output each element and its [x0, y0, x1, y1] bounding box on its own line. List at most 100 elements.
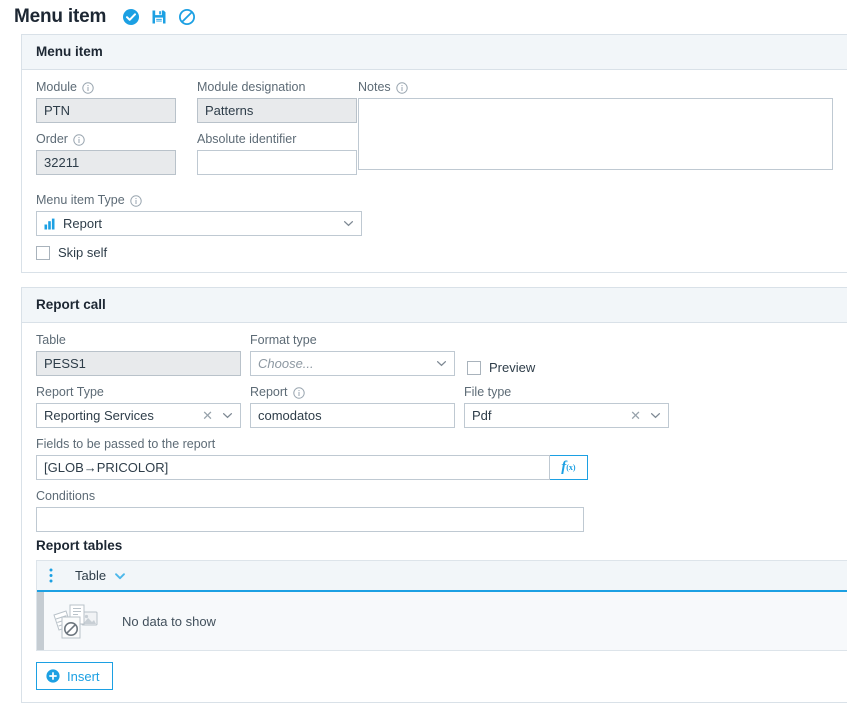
- menu-item-panel-body: Module PTN Order 32211 Module designatio…: [22, 70, 847, 272]
- notes-label: Notes: [358, 80, 391, 94]
- conditions-label: Conditions: [36, 489, 96, 503]
- report-call-panel: Report call Table PESS1 Format type Choo…: [21, 287, 847, 703]
- plus-circle-icon: [46, 669, 60, 683]
- column-header-table[interactable]: Table: [75, 568, 126, 583]
- file-type-label: File type: [464, 385, 512, 399]
- format-type-label: Format type: [250, 333, 317, 347]
- absolute-identifier-label: Absolute identifier: [197, 132, 297, 146]
- format-type-select[interactable]: Choose...: [250, 351, 455, 376]
- report-field: Report comodatos: [250, 385, 455, 428]
- report-label: Report: [250, 385, 288, 399]
- order-field: Order 32211: [36, 132, 176, 175]
- report-type-adornments: ✕: [196, 409, 233, 422]
- skip-self-label: Skip self: [58, 245, 108, 260]
- menu-item-panel: Menu item Module PTN Order 32211 Module …: [21, 34, 847, 273]
- formula-fx-button[interactable]: f (x): [549, 455, 588, 480]
- table-value: PESS1: [44, 356, 86, 371]
- confirm-icon[interactable]: [122, 8, 140, 26]
- fields-to-pass-label: Fields to be passed to the report: [36, 437, 216, 451]
- fields-to-pass-label-row: Fields to be passed to the report: [36, 437, 833, 452]
- module-field: Module PTN: [36, 80, 176, 123]
- notes-label-row: Notes: [358, 80, 833, 95]
- menu-item-type-label: Menu item Type: [36, 193, 125, 207]
- insert-button-label: Insert: [67, 668, 100, 684]
- menu-item-type-field: Menu item Type Report: [36, 193, 362, 236]
- table-label: Table: [36, 333, 66, 347]
- report-call-row-1: Table PESS1 Format type Choose... Previe…: [36, 333, 833, 376]
- table-field: Table PESS1: [36, 333, 241, 376]
- report-tables-title: Report tables: [36, 538, 123, 553]
- menu-item-type-select[interactable]: Report: [36, 211, 362, 236]
- report-type-label: Report Type: [36, 385, 104, 399]
- report-tables-header-row: Table: [37, 561, 847, 592]
- report-type-label-row: Report Type: [36, 385, 241, 400]
- notes-textarea[interactable]: [358, 98, 833, 170]
- report-call-panel-title: Report call: [22, 288, 847, 323]
- info-icon[interactable]: [130, 194, 142, 207]
- info-icon[interactable]: [82, 81, 94, 94]
- module-value: PTN: [44, 103, 70, 118]
- module-designation-field: Module designation Patterns: [197, 80, 357, 123]
- chevron-down-icon[interactable]: [114, 570, 126, 582]
- menu-item-type-adornments: [337, 218, 354, 229]
- absolute-identifier-label-row: Absolute identifier: [197, 132, 357, 147]
- chevron-down-icon[interactable]: [222, 410, 233, 421]
- fields-to-pass-input[interactable]: [GLOB→PRICOLOR]: [36, 455, 550, 480]
- order-value: 32211: [44, 155, 80, 170]
- page-title: Menu item: [14, 6, 107, 27]
- absolute-identifier-input[interactable]: [197, 150, 357, 175]
- file-type-value: Pdf: [472, 408, 492, 423]
- column-header-table-label: Table: [75, 568, 107, 583]
- format-type-label-row: Format type: [250, 333, 455, 348]
- format-type-adornments: [430, 358, 447, 369]
- chevron-down-icon[interactable]: [436, 358, 447, 369]
- file-type-label-row: File type: [464, 385, 669, 400]
- no-data-text: No data to show: [122, 613, 216, 629]
- report-input[interactable]: comodatos: [250, 403, 455, 428]
- more-options-icon[interactable]: [49, 568, 53, 583]
- file-type-adornments: ✕: [624, 409, 661, 422]
- file-type-select[interactable]: Pdf ✕: [464, 403, 669, 428]
- format-type-placeholder: Choose...: [258, 356, 314, 371]
- chevron-down-icon[interactable]: [650, 410, 661, 421]
- preview-label: Preview: [489, 360, 536, 375]
- report-type-select[interactable]: Reporting Services ✕: [36, 403, 241, 428]
- preview-field[interactable]: Preview: [467, 342, 535, 375]
- order-input[interactable]: 32211: [36, 150, 176, 175]
- no-data-icon: [52, 600, 104, 642]
- clear-icon[interactable]: ✕: [630, 409, 641, 422]
- chevron-down-icon[interactable]: [343, 218, 354, 229]
- info-icon[interactable]: [73, 133, 85, 146]
- report-label-row: Report: [250, 385, 455, 400]
- skip-self-checkbox[interactable]: [36, 245, 50, 260]
- info-icon[interactable]: [395, 81, 408, 94]
- module-designation-label-row: Module designation: [197, 80, 357, 95]
- module-input[interactable]: PTN: [36, 98, 176, 123]
- preview-checkbox[interactable]: [467, 360, 481, 375]
- conditions-input[interactable]: [36, 507, 584, 532]
- format-type-field: Format type Choose...: [250, 333, 455, 376]
- page-header: Menu item: [0, 0, 847, 34]
- conditions-field: Conditions: [36, 489, 833, 532]
- save-icon[interactable]: [150, 8, 168, 26]
- table-input[interactable]: PESS1: [36, 351, 241, 376]
- bar-chart-icon: [44, 218, 57, 230]
- skip-self-field[interactable]: Skip self: [36, 245, 833, 260]
- report-call-row-2: Report Type Reporting Services ✕ Report: [36, 385, 833, 428]
- fields-to-pass-value: [GLOB→PRICOLOR]: [44, 460, 169, 475]
- table-label-row: Table: [36, 333, 241, 348]
- cancel-icon[interactable]: [178, 8, 196, 26]
- report-type-value: Reporting Services: [44, 408, 154, 423]
- order-label: Order: [36, 132, 68, 146]
- info-icon[interactable]: [292, 386, 305, 399]
- clear-icon[interactable]: ✕: [202, 409, 213, 422]
- menu-item-type-value: Report: [63, 216, 103, 231]
- module-label: Module: [36, 80, 77, 94]
- insert-button[interactable]: Insert: [36, 662, 113, 690]
- module-designation-input[interactable]: Patterns: [197, 98, 357, 123]
- file-type-field: File type Pdf ✕: [464, 385, 669, 428]
- module-designation-value: Patterns: [205, 103, 254, 118]
- report-call-panel-body: Table PESS1 Format type Choose... Previe…: [22, 323, 847, 702]
- absolute-identifier-field: Absolute identifier: [197, 132, 357, 175]
- conditions-label-row: Conditions: [36, 489, 833, 504]
